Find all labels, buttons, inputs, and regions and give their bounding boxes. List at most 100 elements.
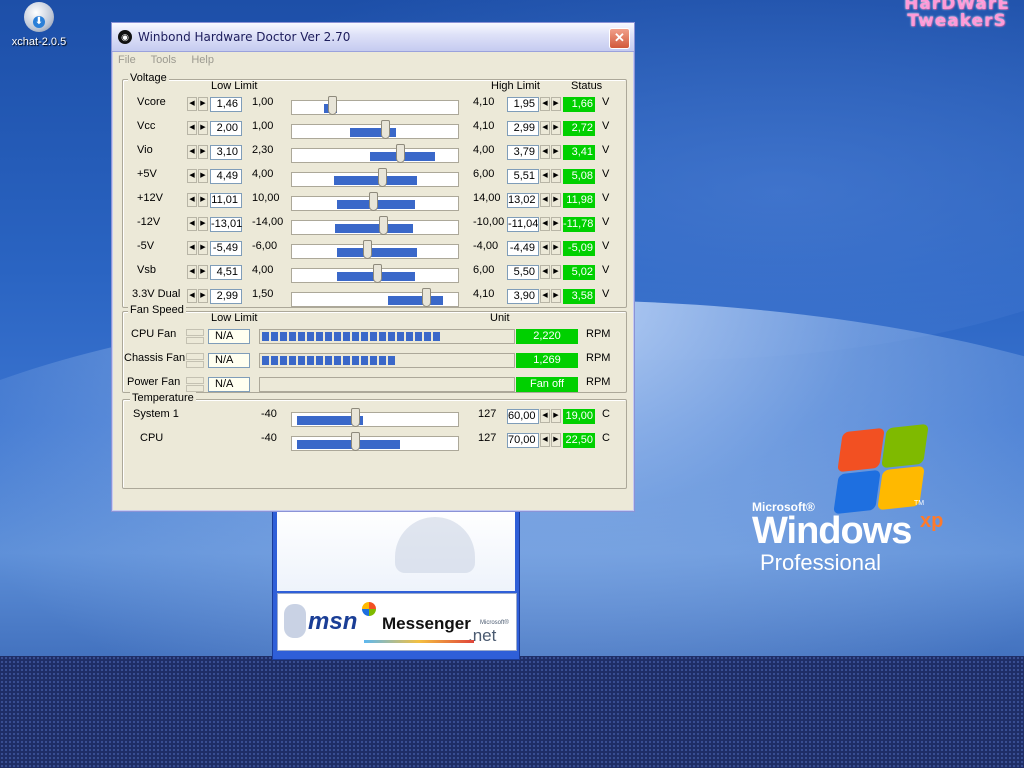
spin-left-arrow-icon[interactable]: ◀ bbox=[187, 265, 197, 279]
high-limit-spinner[interactable]: ◀ ▶ bbox=[540, 241, 562, 255]
spin-left-arrow-icon[interactable]: ◀ bbox=[187, 145, 197, 159]
spin-right-arrow-icon[interactable]: ▶ bbox=[551, 121, 561, 135]
low-limit-field[interactable]: 2,99 bbox=[210, 289, 242, 304]
high-limit-spinner[interactable]: ◀ ▶ bbox=[540, 265, 562, 279]
high-limit-field[interactable]: 5,50 bbox=[507, 265, 539, 280]
high-limit-spinner[interactable]: ◀ ▶ bbox=[540, 217, 562, 231]
high-limit-field[interactable]: 2,99 bbox=[507, 121, 539, 136]
voltage-slider[interactable] bbox=[291, 144, 459, 163]
slider-thumb[interactable] bbox=[422, 288, 431, 307]
spin-right-arrow-icon[interactable]: ▶ bbox=[551, 265, 561, 279]
temperature-slider[interactable] bbox=[291, 408, 459, 427]
low-limit-field[interactable]: 4,49 bbox=[210, 169, 242, 184]
spin-right-arrow-icon[interactable]: ▶ bbox=[551, 241, 561, 255]
spin-left-arrow-icon[interactable]: ◀ bbox=[540, 265, 550, 279]
low-limit-spinner[interactable]: ◀ ▶ bbox=[187, 145, 209, 159]
low-limit-spinner[interactable]: ◀ ▶ bbox=[187, 289, 209, 303]
spin-right-arrow-icon[interactable]: ▶ bbox=[198, 193, 208, 207]
spin-right-arrow-icon[interactable]: ▶ bbox=[551, 217, 561, 231]
spin-up-arrow-icon[interactable] bbox=[186, 377, 204, 384]
spin-right-arrow-icon[interactable]: ▶ bbox=[551, 289, 561, 303]
slider-thumb[interactable] bbox=[379, 216, 388, 235]
low-limit-field[interactable]: -5,49 bbox=[210, 241, 242, 256]
high-limit-field[interactable]: 3,79 bbox=[507, 145, 539, 160]
spin-left-arrow-icon[interactable]: ◀ bbox=[187, 217, 197, 231]
temp-high-limit-field[interactable]: 60,00 bbox=[507, 409, 539, 424]
spin-left-arrow-icon[interactable]: ◀ bbox=[540, 97, 550, 111]
temp-high-limit-field[interactable]: 70,00 bbox=[507, 433, 539, 448]
spin-left-arrow-icon[interactable]: ◀ bbox=[187, 97, 197, 111]
high-limit-spinner[interactable]: ◀ ▶ bbox=[540, 145, 562, 159]
spin-right-arrow-icon[interactable]: ▶ bbox=[198, 217, 208, 231]
spin-left-arrow-icon[interactable]: ◀ bbox=[540, 217, 550, 231]
low-limit-field[interactable]: 4,51 bbox=[210, 265, 242, 280]
spin-right-arrow-icon[interactable]: ▶ bbox=[551, 97, 561, 111]
slider-thumb[interactable] bbox=[351, 432, 360, 451]
spin-right-arrow-icon[interactable]: ▶ bbox=[551, 433, 561, 447]
spin-right-arrow-icon[interactable]: ▶ bbox=[551, 169, 561, 183]
spin-left-arrow-icon[interactable]: ◀ bbox=[540, 433, 550, 447]
spin-up-arrow-icon[interactable] bbox=[186, 329, 204, 336]
spin-left-arrow-icon[interactable]: ◀ bbox=[540, 193, 550, 207]
fan-limit-spinner[interactable] bbox=[186, 329, 204, 344]
close-button[interactable]: ✕ bbox=[609, 28, 630, 49]
low-limit-field[interactable]: 1,46 bbox=[210, 97, 242, 112]
spin-right-arrow-icon[interactable]: ▶ bbox=[198, 169, 208, 183]
high-limit-field[interactable]: -11,04 bbox=[507, 217, 539, 232]
temp-high-limit-spinner[interactable]: ◀ ▶ bbox=[540, 433, 562, 447]
slider-thumb[interactable] bbox=[369, 192, 378, 211]
voltage-slider[interactable] bbox=[291, 288, 459, 307]
spin-right-arrow-icon[interactable]: ▶ bbox=[198, 145, 208, 159]
slider-thumb[interactable] bbox=[378, 168, 387, 187]
spin-left-arrow-icon[interactable]: ◀ bbox=[187, 241, 197, 255]
low-limit-spinner[interactable]: ◀ ▶ bbox=[187, 169, 209, 183]
spin-right-arrow-icon[interactable]: ▶ bbox=[198, 265, 208, 279]
high-limit-spinner[interactable]: ◀ ▶ bbox=[540, 193, 562, 207]
spin-left-arrow-icon[interactable]: ◀ bbox=[540, 121, 550, 135]
spin-left-arrow-icon[interactable]: ◀ bbox=[187, 289, 197, 303]
spin-left-arrow-icon[interactable]: ◀ bbox=[187, 121, 197, 135]
voltage-slider[interactable] bbox=[291, 216, 459, 235]
high-limit-spinner[interactable]: ◀ ▶ bbox=[540, 169, 562, 183]
msn-messenger-window[interactable]: msn Messenger Microsoft® .net bbox=[272, 504, 520, 660]
high-limit-field[interactable]: 1,95 bbox=[507, 97, 539, 112]
spin-up-arrow-icon[interactable] bbox=[186, 353, 204, 360]
voltage-slider[interactable] bbox=[291, 240, 459, 259]
spin-right-arrow-icon[interactable]: ▶ bbox=[198, 241, 208, 255]
low-limit-spinner[interactable]: ◀ ▶ bbox=[187, 97, 209, 111]
temperature-slider[interactable] bbox=[291, 432, 459, 451]
high-limit-spinner[interactable]: ◀ ▶ bbox=[540, 121, 562, 135]
spin-down-arrow-icon[interactable] bbox=[186, 385, 204, 392]
low-limit-field[interactable]: 11,01 bbox=[210, 193, 242, 208]
fan-limit-field[interactable]: N/A bbox=[208, 377, 250, 392]
high-limit-spinner[interactable]: ◀ ▶ bbox=[540, 97, 562, 111]
spin-right-arrow-icon[interactable]: ▶ bbox=[551, 409, 561, 423]
spin-right-arrow-icon[interactable]: ▶ bbox=[551, 193, 561, 207]
title-bar[interactable]: ◉ Winbond Hardware Doctor Ver 2.70 ✕ bbox=[112, 23, 634, 52]
slider-thumb[interactable] bbox=[396, 144, 405, 163]
spin-left-arrow-icon[interactable]: ◀ bbox=[540, 289, 550, 303]
spin-left-arrow-icon[interactable]: ◀ bbox=[187, 169, 197, 183]
slider-thumb[interactable] bbox=[363, 240, 372, 259]
slider-thumb[interactable] bbox=[328, 96, 337, 115]
high-limit-spinner[interactable]: ◀ ▶ bbox=[540, 289, 562, 303]
slider-thumb[interactable] bbox=[351, 408, 360, 427]
menu-help[interactable]: Help bbox=[191, 54, 214, 66]
menu-tools[interactable]: Tools bbox=[151, 54, 177, 66]
menu-file[interactable]: File bbox=[118, 54, 136, 66]
voltage-slider[interactable] bbox=[291, 264, 459, 283]
spin-left-arrow-icon[interactable]: ◀ bbox=[187, 193, 197, 207]
low-limit-spinner[interactable]: ◀ ▶ bbox=[187, 121, 209, 135]
spin-right-arrow-icon[interactable]: ▶ bbox=[198, 289, 208, 303]
voltage-slider[interactable] bbox=[291, 192, 459, 211]
voltage-slider[interactable] bbox=[291, 96, 459, 115]
high-limit-field[interactable]: -4,49 bbox=[507, 241, 539, 256]
slider-thumb[interactable] bbox=[381, 120, 390, 139]
spin-right-arrow-icon[interactable]: ▶ bbox=[198, 97, 208, 111]
spin-down-arrow-icon[interactable] bbox=[186, 361, 204, 368]
voltage-slider[interactable] bbox=[291, 168, 459, 187]
fan-limit-field[interactable]: N/A bbox=[208, 353, 250, 368]
spin-down-arrow-icon[interactable] bbox=[186, 337, 204, 344]
low-limit-field[interactable]: 2,00 bbox=[210, 121, 242, 136]
spin-right-arrow-icon[interactable]: ▶ bbox=[551, 145, 561, 159]
